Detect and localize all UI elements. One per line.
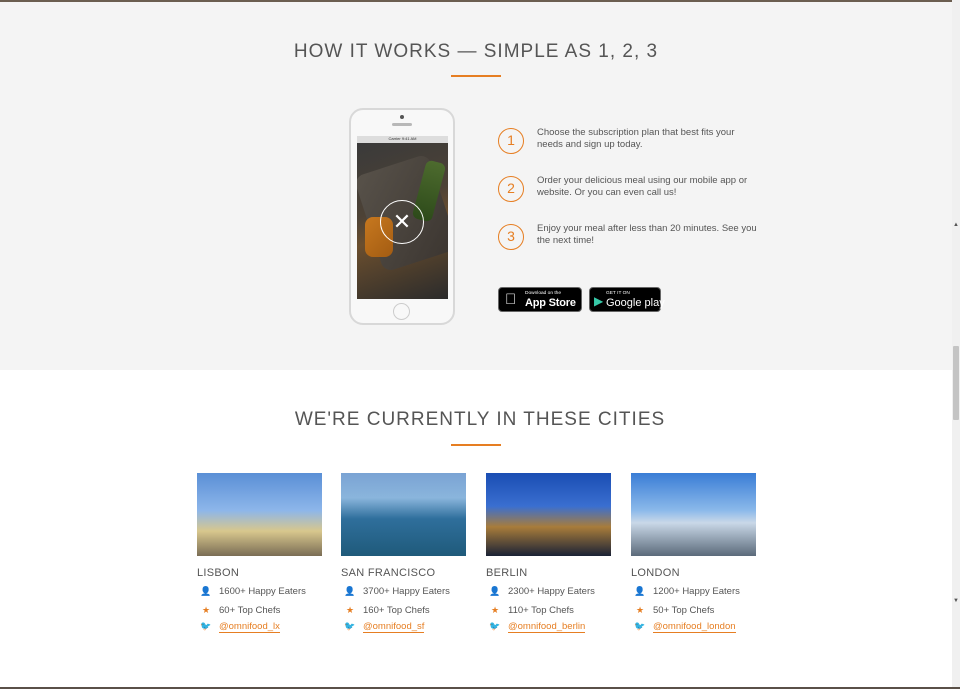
city-feature-eaters: 👤 3700+ Happy Eaters	[341, 586, 450, 597]
city-name: Lisbon	[197, 567, 240, 579]
star-icon: ★	[345, 605, 355, 615]
city-feature-chefs: ★ 110+ Top Chefs	[486, 605, 574, 616]
step-number: 3	[498, 224, 524, 250]
step-text: Order your delicious meal using our mobi…	[537, 175, 748, 198]
eaters-count: 1600+ Happy Eaters	[219, 586, 306, 597]
star-icon: ★	[635, 605, 645, 615]
city-card-berlin: Berlin 👤 2300+ Happy Eaters ★ 110+ Top Che…	[486, 473, 611, 633]
step-number: 2	[498, 176, 524, 202]
phone-mockup: Carrier 9:41 AM ✕	[349, 108, 455, 325]
title-underline	[451, 444, 501, 446]
person-icon: 👤	[344, 586, 356, 596]
app-store-label: App Store	[525, 297, 576, 309]
fork-knife-icon: ✕	[380, 200, 424, 244]
eaters-count: 1200+ Happy Eaters	[653, 586, 740, 597]
city-feature-chefs: ★ 50+ Top Chefs	[631, 605, 714, 616]
play-icon: ▶	[594, 294, 604, 308]
person-icon: 👤	[489, 586, 501, 596]
app-store-button[interactable]:  Download on the App Store	[498, 287, 582, 312]
chefs-count: 160+ Top Chefs	[363, 605, 430, 616]
section-title-cities: We're currently in these cities	[294, 409, 666, 430]
twitter-icon: 🐦	[489, 621, 501, 631]
app-store-small-label: Download on the	[525, 291, 562, 296]
city-name: London	[631, 567, 680, 579]
twitter-link[interactable]: @omnifood_berlin	[508, 621, 586, 633]
phone-camera	[400, 115, 404, 119]
city-feature-twitter: 🐦 @omnifood_berlin	[486, 621, 586, 633]
star-icon: ★	[490, 605, 500, 615]
page-scrollbar[interactable]: ▲ ▼	[952, 0, 960, 689]
twitter-link[interactable]: @omnifood_lx	[219, 621, 280, 633]
city-feature-eaters: 👤 1600+ Happy Eaters	[197, 586, 306, 597]
title-underline	[451, 75, 501, 77]
section-title-how-it-works: How it works — Simple as 1, 2, 3	[293, 41, 659, 62]
phone-screen: Carrier 9:41 AM ✕	[357, 136, 448, 299]
eaters-count: 2300+ Happy Eaters	[508, 586, 595, 597]
star-icon: ★	[201, 605, 211, 615]
step-2: 2 Order your delicious meal using our mo…	[498, 175, 768, 206]
city-photo	[486, 473, 611, 556]
person-icon: 👤	[200, 586, 212, 596]
google-play-label: Google play	[606, 297, 665, 309]
city-card-lisbon: Lisbon 👤 1600+ Happy Eaters ★ 60+ Top Chef…	[197, 473, 322, 633]
status-carrier: Carrier	[388, 136, 401, 141]
city-card-san-francisco: San Francisco 👤 3700+ Happy Eaters ★ 160+ …	[341, 473, 466, 633]
google-play-button[interactable]: ▶ GET IT ON Google play	[589, 287, 665, 312]
city-feature-eaters: 👤 1200+ Happy Eaters	[631, 586, 740, 597]
city-feature-chefs: ★ 60+ Top Chefs	[197, 605, 280, 616]
city-name: San Francisco	[341, 567, 436, 579]
step-text: Enjoy your meal after less than 20 minut…	[537, 223, 757, 246]
scroll-up-icon[interactable]: ▲	[953, 222, 959, 228]
twitter-icon: 🐦	[200, 621, 212, 631]
twitter-icon: 🐦	[344, 621, 356, 631]
phone-home-button	[393, 303, 410, 320]
city-feature-twitter: 🐦 @omnifood_lx	[197, 621, 280, 633]
phone-speaker	[392, 123, 412, 126]
twitter-link[interactable]: @omnifood_london	[653, 621, 736, 633]
city-card-london: London 👤 1200+ Happy Eaters ★ 50+ Top Chef…	[631, 473, 756, 633]
how-it-works-section: How it works — Simple as 1, 2, 3 Carrier…	[0, 2, 952, 370]
scrollbar-thumb[interactable]	[953, 346, 959, 420]
twitter-link[interactable]: @omnifood_sf	[363, 621, 425, 633]
google-play-small-label: GET IT ON	[606, 291, 630, 296]
step-1: 1 Choose the subscription plan that best…	[498, 127, 768, 158]
person-icon: 👤	[634, 586, 646, 596]
city-name: Berlin	[486, 567, 528, 579]
city-photo	[631, 473, 756, 556]
eaters-count: 3700+ Happy Eaters	[363, 586, 450, 597]
status-time: 9:41 AM	[401, 136, 417, 141]
phone-statusbar: Carrier 9:41 AM	[357, 136, 448, 143]
step-3: 3 Enjoy your meal after less than 20 min…	[498, 223, 768, 254]
city-feature-chefs: ★ 160+ Top Chefs	[341, 605, 430, 616]
city-feature-twitter: 🐦 @omnifood_sf	[341, 621, 425, 633]
city-feature-twitter: 🐦 @omnifood_london	[631, 621, 736, 633]
city-photo	[197, 473, 322, 556]
city-feature-eaters: 👤 2300+ Happy Eaters	[486, 586, 595, 597]
city-photo	[341, 473, 466, 556]
twitter-icon: 🐦	[634, 621, 646, 631]
step-number: 1	[498, 128, 524, 154]
chefs-count: 60+ Top Chefs	[219, 605, 281, 616]
step-text: Choose the subscription plan that best f…	[537, 127, 735, 150]
app-food-image: ✕	[357, 143, 448, 299]
chefs-count: 50+ Top Chefs	[653, 605, 715, 616]
chefs-count: 110+ Top Chefs	[508, 605, 574, 616]
apple-icon: 	[505, 291, 516, 308]
scroll-down-icon[interactable]: ▼	[953, 598, 959, 604]
